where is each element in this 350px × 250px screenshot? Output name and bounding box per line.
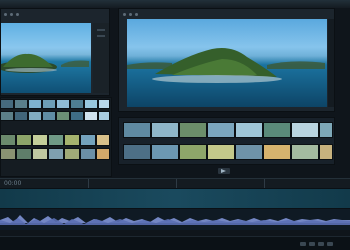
- list-item[interactable]: [70, 99, 84, 109]
- list-item[interactable]: [42, 111, 56, 121]
- media-row: [0, 99, 110, 123]
- settings-icon[interactable]: [327, 242, 333, 246]
- list-item[interactable]: [263, 122, 291, 138]
- list-item[interactable]: [207, 122, 235, 138]
- app-top-bar: [0, 0, 350, 8]
- program-viewer[interactable]: [127, 19, 327, 107]
- list-item[interactable]: [0, 99, 14, 109]
- waveform-icon: [0, 215, 350, 225]
- video-track[interactable]: [0, 188, 350, 208]
- list-item[interactable]: [84, 111, 98, 121]
- list-item[interactable]: [291, 144, 319, 160]
- fit-icon[interactable]: [318, 242, 324, 246]
- list-item[interactable]: [42, 99, 56, 109]
- list-item[interactable]: [98, 111, 110, 121]
- list-item[interactable]: [56, 99, 70, 109]
- list-item[interactable]: [84, 99, 98, 109]
- play-icon[interactable]: [218, 168, 230, 174]
- menu-dots-icon[interactable]: [4, 13, 19, 16]
- list-item[interactable]: [123, 122, 151, 138]
- list-item[interactable]: [16, 148, 32, 160]
- zoom-in-icon[interactable]: [309, 242, 315, 246]
- island-image: [1, 53, 89, 73]
- list-item[interactable]: [48, 148, 64, 160]
- timecode: 00:00: [4, 180, 22, 187]
- menu-dots-icon[interactable]: [123, 13, 138, 16]
- monitor-side-bar: [328, 19, 334, 107]
- list-item[interactable]: [16, 134, 32, 146]
- source-side-strip: [93, 23, 109, 93]
- list-item[interactable]: [319, 144, 333, 160]
- list-item[interactable]: [235, 144, 263, 160]
- list-item[interactable]: [123, 144, 151, 160]
- list-item[interactable]: [263, 144, 291, 160]
- list-item[interactable]: [28, 99, 42, 109]
- list-item[interactable]: [151, 144, 179, 160]
- media-row: [0, 134, 112, 174]
- island-image: [127, 48, 325, 83]
- list-item[interactable]: [179, 122, 207, 138]
- list-item[interactable]: [151, 122, 179, 138]
- list-item[interactable]: [0, 134, 16, 146]
- list-item[interactable]: [64, 148, 80, 160]
- list-item[interactable]: [70, 111, 84, 121]
- status-bar: [0, 236, 350, 250]
- list-item[interactable]: [80, 148, 96, 160]
- timeline-ruler[interactable]: 00:00: [0, 178, 350, 189]
- list-item[interactable]: [0, 148, 16, 160]
- list-item[interactable]: [207, 144, 235, 160]
- list-item[interactable]: [96, 134, 110, 146]
- list-item[interactable]: [14, 111, 28, 121]
- list-item[interactable]: [179, 144, 207, 160]
- clip-bin-panel: [118, 117, 335, 165]
- list-item[interactable]: [56, 111, 70, 121]
- list-item[interactable]: [0, 111, 14, 121]
- list-item[interactable]: [80, 134, 96, 146]
- list-item[interactable]: [64, 134, 80, 146]
- source-viewer[interactable]: [1, 23, 91, 93]
- list-item[interactable]: [291, 122, 319, 138]
- zoom-out-icon[interactable]: [300, 242, 306, 246]
- list-item[interactable]: [32, 134, 48, 146]
- program-monitor-panel: [118, 8, 335, 112]
- list-item[interactable]: [96, 148, 110, 160]
- list-item[interactable]: [28, 111, 42, 121]
- audio-track[interactable]: [0, 208, 350, 230]
- list-item[interactable]: [48, 134, 64, 146]
- list-item[interactable]: [32, 148, 48, 160]
- list-item[interactable]: [235, 122, 263, 138]
- source-preview-panel: [0, 8, 110, 96]
- list-item[interactable]: [98, 99, 110, 109]
- list-item[interactable]: [319, 122, 333, 138]
- list-item[interactable]: [14, 99, 28, 109]
